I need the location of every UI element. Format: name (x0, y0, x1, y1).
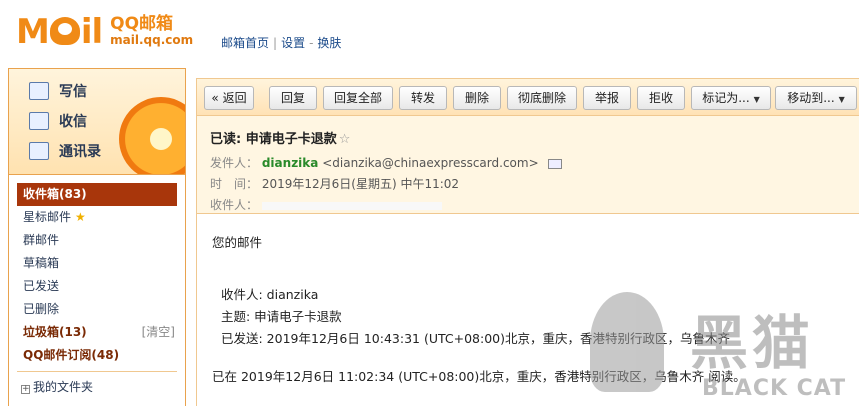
time-line: 时 间： 2019年12月6日(星期五) 中午11:02 (210, 175, 459, 192)
folder-group[interactable]: 群邮件 (9, 229, 185, 252)
nav-home-link[interactable]: 邮箱首页 (221, 36, 269, 50)
folder-starred[interactable]: 星标邮件 ★ (9, 206, 185, 229)
compose-icon (29, 82, 49, 100)
nav-separator: | (273, 36, 278, 50)
inbox-receive-button[interactable]: 收信 (29, 111, 87, 131)
reply-all-button[interactable]: 回复全部 (323, 86, 393, 110)
report-button[interactable]: 举报 (583, 86, 631, 110)
inbox-icon (29, 112, 49, 130)
body-line: 收件人: dianzika (221, 287, 319, 302)
my-folders-label: 我的文件夹 (33, 380, 94, 394)
contacts-label: 通讯录 (59, 144, 101, 160)
contacts-icon (29, 142, 49, 160)
mark-as-dropdown[interactable]: 标记为... ▼ (691, 86, 771, 110)
folder-spam[interactable]: 垃圾箱(13) [清空] (9, 321, 185, 344)
logo-wordmark: Mil (16, 12, 103, 52)
qq-mail-logo[interactable]: Mil QQ邮箱 mail.qq.com (16, 12, 193, 52)
body-line: 主题: 申请电子卡退款 (221, 309, 342, 324)
watermark-en: BLACK CAT (702, 376, 847, 401)
move-to-label: 移动到... (787, 91, 835, 105)
card-icon[interactable] (548, 158, 563, 169)
chevron-down-icon: ▼ (838, 95, 845, 104)
time-label: 时 间： (210, 177, 259, 191)
recipient-redacted (261, 201, 442, 210)
logo-name: QQ邮箱 (110, 14, 174, 34)
folder-list: 收件箱(83) 星标邮件 ★ 群邮件 草稿箱 已发送 已删除 垃圾箱(13) [清空… (9, 175, 185, 399)
star-icon: ★ (75, 210, 86, 224)
to-line: 收件人： (210, 196, 442, 213)
forward-button[interactable]: 转发 (399, 86, 447, 110)
from-line: 发件人： dianzika <dianzika@chinaexpresscard… (210, 154, 563, 171)
folder-spam-label: 垃圾箱(13) (23, 325, 87, 339)
from-name[interactable]: dianzika (262, 156, 319, 170)
quick-actions: 写信 收信 通讯录 (9, 69, 185, 175)
folder-sent[interactable]: 已发送 (9, 275, 185, 298)
folder-subscriptions[interactable]: QQ邮件订阅(48) (9, 344, 185, 367)
reply-button[interactable]: 回复 (269, 86, 317, 110)
nav-settings-link[interactable]: 设置 (281, 36, 305, 50)
spam-clear-link[interactable]: [清空] (142, 321, 175, 344)
delete-permanent-button[interactable]: 彻底删除 (507, 86, 577, 110)
mark-as-label: 标记为... (702, 91, 750, 105)
to-label: 收件人： (210, 198, 259, 212)
watermark-cn: 黑猫 (690, 309, 815, 377)
expand-icon[interactable]: + (21, 385, 30, 394)
time-value: 2019年12月6日(星期五) 中午11:02 (261, 177, 460, 191)
reject-button[interactable]: 拒收 (637, 86, 685, 110)
folder-deleted[interactable]: 已删除 (9, 298, 185, 321)
cat-logo-icon (590, 292, 664, 392)
mail-subject: 已读: 申请电子卡退款 ☆ (210, 128, 350, 147)
folder-starred-label: 星标邮件 (23, 210, 72, 224)
delete-button[interactable]: 删除 (453, 86, 501, 110)
from-label: 发件人： (210, 156, 259, 170)
logo-text: QQ邮箱 mail.qq.com (110, 16, 193, 48)
mail-toolbar: « 返回 回复 回复全部 转发 删除 彻底删除 举报 拒收 标记为... ▼ 移动… (196, 78, 859, 116)
mail-header: 已读: 申请电子卡退款 ☆ 发件人： dianzika <dianzika@chi… (196, 116, 859, 214)
star-icon[interactable]: ☆ (339, 132, 351, 147)
from-email: <dianzika@chinaexpresscard.com> (322, 156, 539, 170)
logo-domain: mail.qq.com (110, 33, 194, 47)
move-to-dropdown[interactable]: 移动到... ▼ (775, 86, 857, 110)
inbox-receive-label: 收信 (59, 114, 87, 130)
folder-drafts[interactable]: 草稿箱 (9, 252, 185, 275)
folder-inbox[interactable]: 收件箱(83) (17, 183, 177, 206)
black-cat-watermark: 黑猫 BLACK CAT (590, 292, 859, 406)
mail-subject-text: 已读: 申请电子卡退款 (210, 132, 337, 147)
chevron-down-icon: ▼ (753, 95, 760, 104)
top-nav: 邮箱首页 | 设置 - 换肤 (221, 34, 341, 51)
folder-divider (17, 371, 177, 372)
left-sidebar: 写信 收信 通讯录 收件箱(83) 星标邮件 ★ 群邮件 草稿箱 已发送 已删除 … (8, 68, 186, 406)
nav-skin-link[interactable]: 换肤 (317, 36, 341, 50)
back-button[interactable]: « 返回 (204, 86, 254, 110)
logo-mascot-icon (49, 16, 80, 45)
body-line: 您的邮件 (212, 235, 263, 250)
nav-separator: - (309, 36, 314, 50)
compose-button[interactable]: 写信 (29, 81, 87, 101)
orange-decoration-icon (119, 97, 185, 174)
contacts-button[interactable]: 通讯录 (29, 141, 101, 161)
compose-label: 写信 (59, 84, 87, 100)
folder-my-folders[interactable]: + 我的文件夹 (9, 376, 185, 399)
